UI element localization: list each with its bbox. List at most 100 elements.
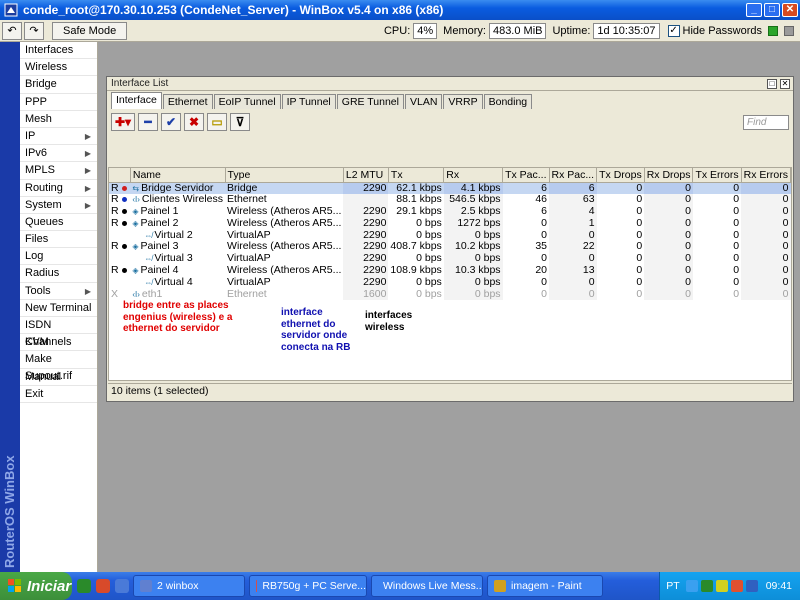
redo-button[interactable]: ↷ (24, 21, 44, 40)
table-row[interactable]: R ⇆ Bridge Servidor Bridge 2290 62.1 kbps 4.1 … (109, 182, 791, 194)
safe-mode-button[interactable]: Safe Mode (52, 21, 128, 40)
sidebar-item-files[interactable]: Files (20, 231, 97, 249)
minimize-button[interactable]: _ (746, 3, 762, 17)
quicklaunch-firefox-icon[interactable] (96, 579, 110, 593)
sidebar-item-label: PPP (25, 95, 48, 108)
comment-button[interactable]: ▭ (207, 113, 227, 131)
remove-button[interactable]: ━ (138, 113, 158, 131)
table-row[interactable]: R ‹I› Clientes Wireless Ethernet 88.1 kbps 54… (109, 193, 791, 206)
quicklaunch-browser-icon[interactable] (77, 579, 91, 593)
tray-messenger-icon[interactable] (715, 580, 728, 592)
sidebar-menu: Interfaces Wireless Bridge PPP Mesh IP ▶ IPv6 ▶ M… (20, 42, 98, 572)
undo-button[interactable]: ↶ (2, 21, 22, 40)
filter-button[interactable]: ⊽ (230, 113, 250, 131)
restore-window-button[interactable]: □ (767, 78, 777, 89)
tab-vrrp[interactable]: VRRP (443, 94, 483, 109)
tab-gre-tunnel[interactable]: GRE Tunnel (336, 94, 404, 109)
cell-txp: 35 (535, 240, 547, 253)
tab-ip-tunnel[interactable]: IP Tunnel (281, 94, 336, 109)
tray-volume-icon[interactable] (745, 580, 758, 592)
cell-l2mtu: 2290 (343, 229, 389, 241)
close-button[interactable]: ✕ (782, 3, 798, 17)
sidebar-item-kvm[interactable]: KVM (20, 334, 97, 352)
table-row[interactable]: ⇎ Virtual 2 VirtualAP 2290 0 bps 0 bps 0 0 0 0 0 0 (109, 229, 791, 241)
column-header[interactable]: Tx Drops (596, 168, 645, 183)
action-bar: ✚▾ ━ ✔ ✖ ▭ ⊽ Find (107, 111, 793, 133)
disable-button[interactable]: ✖ (184, 113, 204, 131)
sidebar-item-queues[interactable]: Queues (20, 214, 97, 232)
tab-ethernet[interactable]: Ethernet (162, 94, 213, 109)
sidebar-item-system[interactable]: System ▶ (20, 197, 97, 214)
table-row[interactable]: X ‹I› eth1 Ethernet 1600 0 bps 0 bps 0 0 0 0 0 0 (109, 288, 791, 300)
sidebar-item-ip[interactable]: IP ▶ (20, 128, 97, 146)
interface-type: Ethernet (227, 288, 267, 300)
interface-type: Bridge (225, 182, 344, 194)
column-header[interactable]: Type (225, 168, 344, 183)
tab-interface[interactable]: Interface (111, 92, 162, 109)
sidebar-item-new-terminal[interactable]: New Terminal (20, 300, 97, 317)
table-row[interactable]: R ◈ Painel 3 Wireless (Atheros AR5... 2290 40… (109, 240, 791, 253)
taskbar-task[interactable]: 2 winbox (133, 575, 245, 597)
sidebar-item-radius[interactable]: Radius (20, 265, 97, 283)
cell-l2mtu: 2290 (343, 217, 389, 230)
taskbar-task[interactable]: Windows Live Mess... (371, 575, 483, 597)
close-window-button[interactable]: ✕ (780, 78, 790, 89)
taskbar-task[interactable]: RB750g + PC Serve... (249, 575, 367, 597)
column-header[interactable]: Tx (388, 168, 445, 183)
taskbar-task[interactable]: imagem - Paint (487, 575, 603, 597)
sidebar-item-isdn-channels[interactable]: ISDN Channels (20, 317, 97, 348)
language-indicator[interactable]: PT (666, 580, 679, 592)
cell-rxd: 0 (644, 252, 693, 265)
column-header[interactable]: L2 MTU (343, 168, 389, 183)
tab-vlan[interactable]: VLAN (404, 94, 443, 109)
column-header[interactable]: Rx (443, 168, 504, 183)
tab-eoip-tunnel[interactable]: EoIP Tunnel (213, 94, 281, 109)
cell-txp: 0 (541, 276, 547, 288)
sidebar-item-exit[interactable]: Exit (20, 386, 97, 403)
interface-list-window: Interface List □ ✕ Interface Ethernet EoIP… (106, 76, 794, 402)
sidebar-item-interfaces[interactable]: Interfaces (20, 42, 97, 60)
sidebar-item-ppp[interactable]: PPP (20, 94, 97, 111)
cell-rx: 0 bps (443, 229, 503, 241)
sidebar-item-wireless[interactable]: Wireless (20, 59, 97, 77)
sidebar-item-label: IPv6 (25, 147, 48, 160)
column-header[interactable]: Rx Pac... (549, 168, 598, 183)
sidebar-item-mpls[interactable]: MPLS ▶ (20, 162, 97, 180)
sidebar-item-ipv6[interactable]: IPv6 ▶ (20, 145, 97, 163)
sidebar-item-mesh[interactable]: Mesh (20, 111, 97, 128)
column-header[interactable]: Rx Errors (741, 168, 791, 183)
tray-antivirus-icon[interactable] (730, 580, 743, 592)
column-header[interactable]: Tx Errors (692, 168, 742, 183)
column-header[interactable] (109, 168, 131, 183)
interface-type-icon: ‹I› (132, 195, 140, 205)
cell-rxe: 0 (741, 217, 791, 230)
column-header[interactable]: Tx Pac... (502, 168, 550, 183)
table-row[interactable]: R ◈ Painel 1 Wireless (Atheros AR5... 2290 29… (109, 205, 791, 218)
column-header[interactable]: Rx Drops (644, 168, 694, 183)
start-button[interactable]: Iniciar (0, 572, 72, 600)
enable-button[interactable]: ✔ (161, 113, 181, 131)
sidebar-item-log[interactable]: Log (20, 248, 97, 266)
sidebar-item-make-supout-rif[interactable]: Make Supout.rif (20, 351, 97, 382)
tray-help-icon[interactable] (685, 580, 698, 592)
cell-rxp: 22 (549, 240, 597, 253)
add-button[interactable]: ✚▾ (111, 113, 135, 131)
sidebar-item-manual[interactable]: Manual (20, 369, 97, 386)
quicklaunch-desktop-icon[interactable] (115, 579, 129, 593)
hide-passwords-checkbox[interactable]: ✓ (667, 24, 680, 37)
table-row[interactable]: R ◈ Painel 4 Wireless (Atheros AR5... 2290 10… (109, 264, 791, 277)
sidebar-item-tools[interactable]: Tools ▶ (20, 283, 97, 300)
find-input[interactable]: Find (743, 114, 789, 130)
title-bar[interactable]: conde_root@170.30.10.253 (CondeNet_Serve… (0, 0, 800, 20)
table-row[interactable]: ⇎ Virtual 4 VirtualAP 2290 0 bps 0 bps 0 0 0 0 0 0 (109, 276, 791, 289)
table-row[interactable]: R ◈ Painel 2 Wireless (Atheros AR5... 2290 0 … (109, 217, 791, 230)
interface-list-titlebar[interactable]: Interface List □ ✕ (107, 77, 793, 91)
sidebar-item-routing[interactable]: Routing ▶ (20, 180, 97, 197)
column-header[interactable]: Name (130, 168, 226, 183)
maximize-button[interactable]: □ (764, 3, 780, 17)
tab-bonding[interactable]: Bonding (483, 94, 533, 109)
sidebar-item-bridge[interactable]: Bridge (20, 76, 97, 94)
tray-network-icon[interactable] (700, 580, 713, 592)
cell-rxe: 0 (741, 205, 791, 218)
table-row[interactable]: ⇎ Virtual 3 VirtualAP 2290 0 bps 0 bps 0 0 0 0 0 0 (109, 252, 791, 265)
